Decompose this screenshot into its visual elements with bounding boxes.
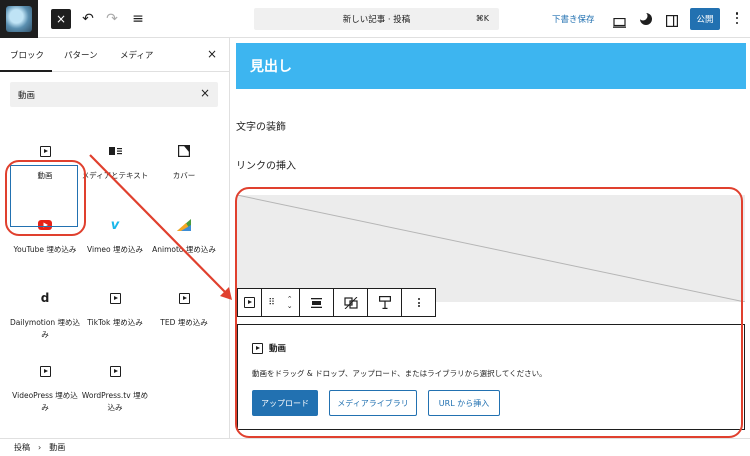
block-item-cover[interactable]: カバー: [148, 144, 220, 182]
breadcrumb-item-video[interactable]: 動画: [49, 442, 65, 453]
video-icon: [38, 144, 52, 158]
breadcrumb-item-post[interactable]: 投稿: [14, 442, 30, 453]
close-icon[interactable]: ×: [207, 47, 217, 61]
block-label: Vimeo 埋め込み: [87, 245, 143, 254]
tab-patterns[interactable]: パターン: [64, 49, 98, 61]
video-icon: [177, 291, 191, 305]
redo-button[interactable]: ↷: [104, 7, 120, 31]
search-value: 動画: [18, 91, 36, 101]
block-label: Dailymotion 埋め込み: [9, 318, 81, 339]
command-palette-button[interactable]: 新しい記事 · 投稿 ⌘K: [254, 8, 499, 30]
block-item-tiktok[interactable]: TikTok 埋め込み: [79, 291, 151, 329]
options-button[interactable]: [731, 10, 743, 26]
block-search-input[interactable]: 動画 ×: [10, 82, 218, 107]
block-label: YouTube 埋め込み: [13, 245, 77, 254]
save-draft-button[interactable]: 下書き保存: [552, 13, 595, 25]
media-text-shape: [108, 147, 122, 155]
sidebar-icon: [666, 15, 679, 28]
dailymotion-icon: d: [40, 291, 50, 305]
block-label: メディアとテキスト: [81, 171, 149, 180]
heading-block[interactable]: 見出し: [236, 43, 746, 89]
paragraph-text: 文字の装飾: [236, 122, 286, 133]
block-label: Animoto 埋め込み: [152, 245, 216, 254]
paragraph-text: リンクの挿入: [236, 161, 296, 172]
desktop-preview-icon: [613, 17, 626, 28]
site-logo[interactable]: [0, 0, 38, 38]
block-item-dailymotion[interactable]: d Dailymotion 埋め込み: [9, 291, 81, 341]
block-inserter-panel: ブロック パターン メディア × 動画 × 動画 メディアとテキスト カバー Y…: [0, 38, 230, 438]
video-icon-shape: [178, 292, 190, 304]
settings-button[interactable]: [666, 12, 679, 31]
redo-icon: ↷: [106, 11, 118, 27]
cover-icon: [177, 144, 191, 158]
annotation-rectangle: [235, 187, 743, 438]
paragraph-block-decoration[interactable]: 文字の装飾: [236, 118, 286, 133]
tab-blocks[interactable]: ブロック: [10, 49, 44, 61]
block-item-vimeo[interactable]: v Vimeo 埋め込み: [79, 218, 151, 256]
video-icon-shape: [39, 365, 51, 377]
block-label: WordPress.tv 埋め込み: [81, 391, 149, 412]
dot: [735, 16, 739, 20]
block-item-ted[interactable]: TED 埋め込み: [148, 291, 220, 329]
document-title: 新しい記事 · 投稿: [342, 15, 411, 25]
inserter-tabs: ブロック パターン メディア ×: [0, 38, 229, 72]
close-icon: ×: [55, 12, 67, 26]
video-icon: [108, 364, 122, 378]
video-icon: [38, 364, 52, 378]
video-icon-shape: [39, 145, 51, 157]
media-text-icon: [108, 144, 122, 158]
tab-media[interactable]: メディア: [120, 49, 153, 61]
block-item-animoto[interactable]: Animoto 埋め込み: [148, 218, 220, 256]
block-label: TikTok 埋め込み: [87, 318, 143, 327]
paragraph-block-link[interactable]: リンクの挿入: [236, 157, 296, 172]
block-label: TED 埋め込み: [160, 318, 208, 327]
block-item-wordpress-tv[interactable]: WordPress.tv 埋め込み: [79, 364, 151, 414]
site-icon: [6, 6, 32, 32]
undo-button[interactable]: ↶: [80, 7, 96, 31]
list-view-icon: ≡: [132, 11, 144, 27]
top-toolbar: × ↶ ↷ ≡ 新しい記事 · 投稿 ⌘K 下書き保存 公開: [0, 0, 750, 38]
block-label: カバー: [172, 171, 196, 180]
styles-icon[interactable]: [638, 11, 653, 30]
active-tab-indicator: [0, 70, 52, 72]
video-icon-shape: [109, 292, 121, 304]
video-icon-shape: [109, 365, 121, 377]
cover-shape: [178, 145, 190, 157]
clear-search-icon[interactable]: ×: [200, 86, 210, 100]
animoto-icon: [177, 218, 191, 232]
preview-icon[interactable]: [613, 13, 626, 28]
document-overview-button[interactable]: ≡: [130, 7, 146, 31]
command-shortcut: ⌘K: [475, 14, 489, 23]
block-item-media-text[interactable]: メディアとテキスト: [79, 144, 151, 182]
dot: [735, 21, 739, 24]
animoto-shape: [177, 219, 191, 231]
breadcrumb: 投稿 › 動画: [0, 438, 750, 456]
block-item-videopress[interactable]: VideoPress 埋め込み: [9, 364, 81, 414]
close-inserter-button[interactable]: ×: [51, 9, 71, 29]
breadcrumb-separator: ›: [38, 443, 42, 452]
video-icon: [108, 291, 122, 305]
vimeo-icon: v: [110, 217, 120, 233]
publish-button[interactable]: 公開: [690, 8, 720, 30]
undo-icon: ↶: [82, 11, 94, 27]
editor-screen: × ↶ ↷ ≡ 新しい記事 · 投稿 ⌘K 下書き保存 公開 ブロック パターン…: [0, 0, 750, 456]
half-circle-icon: [638, 11, 652, 25]
dot: [735, 12, 739, 15]
block-label: VideoPress 埋め込み: [12, 391, 78, 412]
annotation-circle: [5, 160, 86, 236]
